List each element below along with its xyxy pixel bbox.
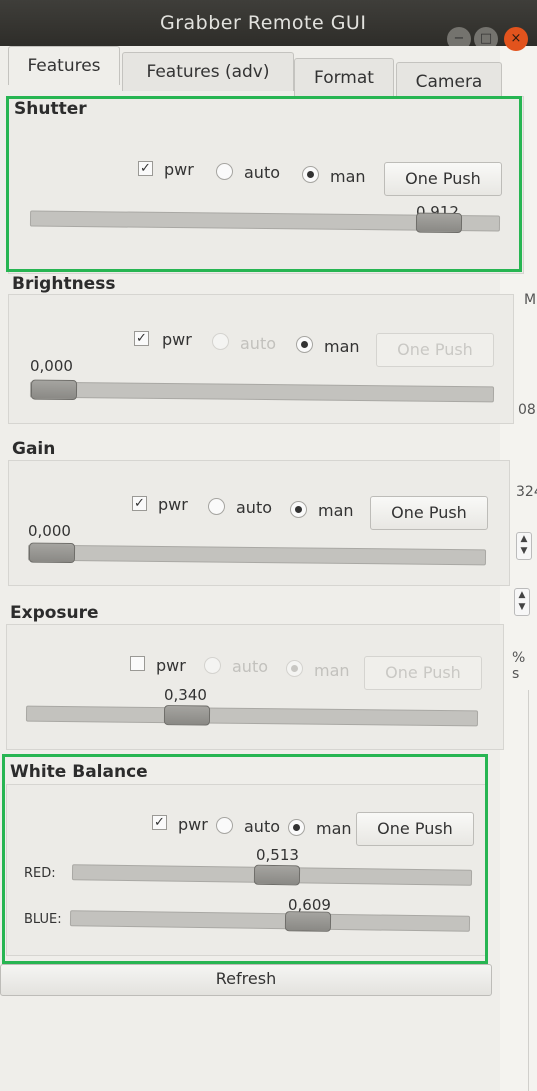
wb-man-radio[interactable]: [288, 819, 305, 836]
check-icon: ✓: [136, 331, 147, 346]
shutter-pwr-checkbox[interactable]: ✓: [138, 161, 153, 176]
brightness-auto-radio[interactable]: [212, 333, 229, 350]
gain-title: Gain: [12, 439, 56, 459]
gain-man-label: man: [318, 501, 354, 520]
spin-up-icon: ▲: [518, 590, 526, 600]
brightness-value: 0,000: [30, 357, 73, 375]
wb-pwr-label: pwr: [178, 815, 208, 834]
exposure-auto-radio[interactable]: [204, 657, 221, 674]
wb-auto-radio[interactable]: [216, 817, 233, 834]
tab-features-adv[interactable]: Features (adv): [122, 52, 294, 91]
check-icon: ✓: [154, 815, 165, 830]
gain-pwr-checkbox[interactable]: ✓: [132, 496, 147, 511]
maximize-icon: □: [479, 31, 493, 46]
gain-slider-handle[interactable]: [28, 542, 76, 564]
exposure-man-label: man: [314, 661, 350, 680]
exposure-pwr-checkbox[interactable]: [130, 656, 145, 671]
shutter-one-push-button[interactable]: One Push: [384, 162, 502, 196]
gain-auto-radio[interactable]: [208, 498, 225, 515]
brightness-pwr-checkbox[interactable]: ✓: [134, 331, 149, 346]
check-icon: ✓: [140, 161, 151, 176]
bg-spin-button[interactable]: ▲ ▼: [514, 588, 530, 616]
exposure-value: 0,340: [164, 686, 207, 704]
exposure-man-radio[interactable]: [286, 660, 303, 677]
shutter-auto-radio[interactable]: [216, 163, 233, 180]
exposure-pwr-label: pwr: [156, 656, 186, 675]
shutter-man-label: man: [330, 167, 366, 186]
shutter-slider-handle[interactable]: [415, 212, 463, 234]
wb-red-slider-handle[interactable]: [253, 864, 301, 886]
shutter-pwr-label: pwr: [164, 160, 194, 179]
exposure-title: Exposure: [10, 603, 99, 623]
bg-text: % s: [512, 650, 526, 682]
gain-value: 0,000: [28, 522, 71, 540]
shutter-auto-label: auto: [244, 163, 281, 182]
minimize-icon: −: [453, 31, 465, 46]
refresh-button[interactable]: Refresh: [0, 964, 492, 996]
bg-text: 324: [516, 484, 537, 500]
wb-auto-label: auto: [244, 817, 281, 836]
brightness-title: Brightness: [12, 274, 116, 294]
spin-up-icon: ▲: [520, 534, 528, 544]
spin-down-icon: ▼: [518, 602, 526, 612]
brightness-auto-label: auto: [240, 334, 277, 353]
brightness-man-label: man: [324, 337, 360, 356]
exposure-slider-handle[interactable]: [163, 705, 211, 726]
brightness-one-push-button[interactable]: One Push: [376, 333, 494, 367]
close-icon: ×: [510, 31, 522, 46]
wb-red-label: RED:: [24, 866, 56, 881]
wb-red-value: 0,513: [256, 846, 299, 864]
gain-auto-label: auto: [236, 498, 273, 517]
wb-man-label: man: [316, 819, 352, 838]
wb-one-push-button[interactable]: One Push: [356, 812, 474, 846]
window-title: Grabber Remote GUI: [160, 12, 367, 34]
shutter-title: Shutter: [14, 99, 87, 119]
wb-blue-slider-handle[interactable]: [284, 911, 332, 932]
exposure-auto-label: auto: [232, 657, 269, 676]
check-icon: ✓: [134, 496, 145, 511]
gain-man-radio[interactable]: [290, 501, 307, 518]
tab-format[interactable]: Format: [294, 58, 394, 97]
brightness-slider-handle[interactable]: [30, 379, 78, 401]
wb-blue-label: BLUE:: [24, 912, 62, 927]
bg-divider: [528, 690, 529, 1091]
white-balance-title: White Balance: [10, 762, 148, 782]
shutter-man-radio[interactable]: [302, 166, 319, 183]
title-bar[interactable]: Grabber Remote GUI − □ ×: [0, 0, 537, 51]
tab-features[interactable]: Features: [8, 46, 120, 85]
bg-text: 08: [518, 402, 536, 418]
gain-one-push-button[interactable]: One Push: [370, 496, 488, 530]
brightness-man-radio[interactable]: [296, 336, 313, 353]
brightness-pwr-label: pwr: [162, 330, 192, 349]
bg-text: M: [524, 292, 537, 308]
exposure-one-push-button[interactable]: One Push: [364, 656, 482, 690]
close-button[interactable]: ×: [504, 27, 528, 51]
wb-pwr-checkbox[interactable]: ✓: [152, 815, 167, 830]
spin-down-icon: ▼: [520, 546, 528, 556]
bg-spin-button[interactable]: ▲ ▼: [516, 532, 532, 560]
gain-pwr-label: pwr: [158, 495, 188, 514]
